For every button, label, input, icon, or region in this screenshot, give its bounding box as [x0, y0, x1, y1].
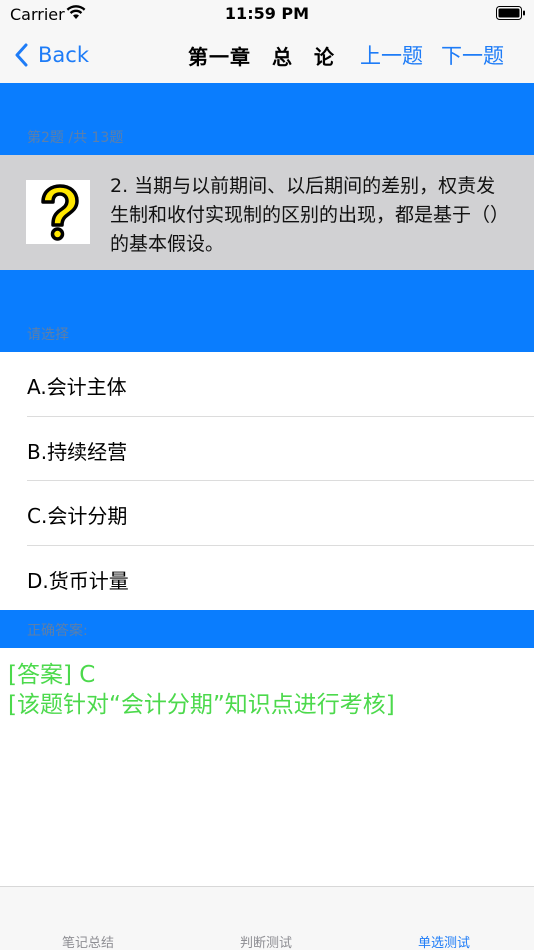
options-list: A.会计主体 B.持续经营 C.会计分期 D.货币计量 — [0, 352, 534, 610]
back-button[interactable]: Back — [14, 38, 89, 72]
answer-explanation: [该题针对“会计分期”知识点进行考核] — [8, 692, 395, 718]
page-title: 第一章 总 论 — [188, 45, 335, 69]
battery-icon — [496, 6, 525, 20]
question-header-band: 第2题 /共 13题 — [0, 83, 534, 155]
options-section-label: 请选择 — [27, 327, 69, 343]
option-label: D.货币计量 — [27, 568, 129, 593]
answer-header-band: 正确答案: — [0, 610, 534, 648]
options-header-band: 请选择 — [0, 270, 534, 352]
status-bar: Carrier 11:59 PM — [0, 0, 534, 28]
option-d[interactable]: D.货币计量 — [0, 545, 534, 610]
chevron-left-icon — [15, 43, 28, 67]
next-question-button[interactable]: 下一题 — [441, 40, 504, 70]
tab-true-false-test[interactable]: 判断测试 — [206, 932, 326, 950]
back-label: Back — [38, 43, 89, 67]
status-time: 11:59 PM — [224, 4, 310, 23]
answer-section-label: 正确答案: — [27, 623, 88, 639]
option-label: A.会计主体 — [27, 375, 127, 399]
tab-single-choice-test[interactable]: 单选测试 — [384, 932, 504, 950]
navigation-bar: Back 第一章 总 论 上一题 下一题 — [0, 28, 534, 83]
option-b[interactable]: B.持续经营 — [0, 416, 534, 481]
option-a[interactable]: A.会计主体 — [0, 352, 534, 417]
answer-text: [答案] C [该题针对“会计分期”知识点进行考核] — [8, 660, 528, 720]
tab-notes-summary[interactable]: 笔记总结 — [28, 932, 148, 950]
answer-line: [答案] C — [8, 662, 96, 688]
question-counter: 第2题 /共 13题 — [27, 130, 124, 146]
previous-question-button[interactable]: 上一题 — [360, 40, 423, 70]
question-text: 2. 当期与以前期间、以后期间的差别，权责发生制和收付实现制的区别的出现，都是基… — [110, 175, 510, 255]
option-label: B.持续经营 — [27, 439, 128, 464]
option-c[interactable]: C.会计分期 — [0, 481, 534, 546]
option-label: C.会计分期 — [27, 504, 128, 528]
tab-bar: 笔记总结 判断测试 单选测试 — [0, 886, 534, 950]
question-mark-icon — [26, 180, 90, 244]
